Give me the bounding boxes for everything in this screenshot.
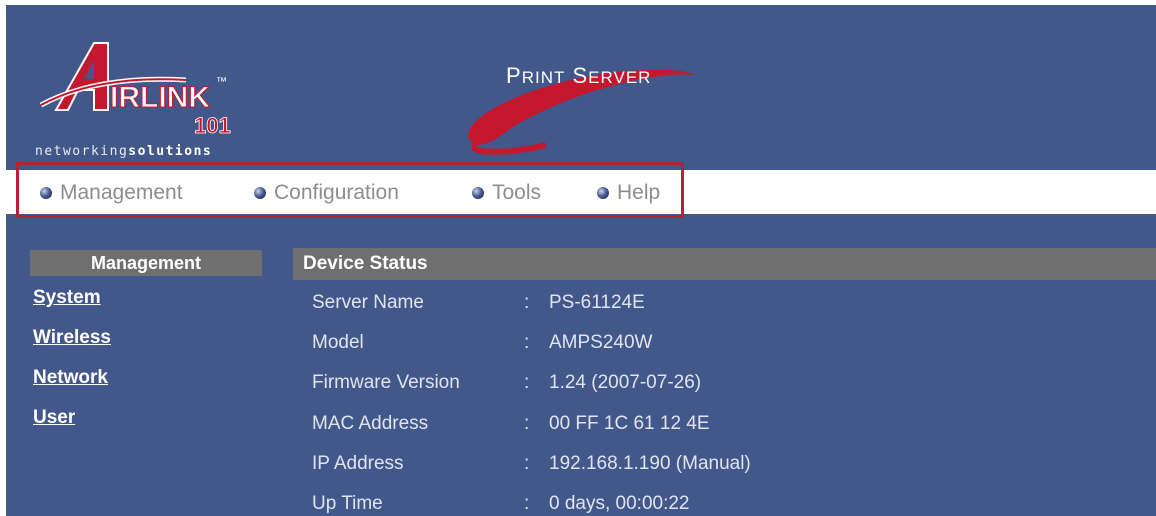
bullet-icon — [597, 187, 609, 199]
menu-management[interactable]: Management — [40, 179, 183, 207]
sidebar-link-system[interactable]: System — [33, 287, 101, 309]
menu-configuration[interactable]: Configuration — [254, 179, 399, 207]
svg-text:™: ™ — [216, 76, 227, 88]
bullet-icon — [40, 187, 52, 199]
product-title: PRINT SERVER — [506, 63, 652, 88]
logo-wordmark: IRLINK — [110, 81, 210, 114]
bullet-icon — [472, 187, 484, 199]
device-status-title: Device Status — [293, 248, 1156, 280]
sidebar-link-network[interactable]: Network — [33, 367, 108, 389]
menu-help[interactable]: Help — [597, 179, 660, 207]
sidebar-link-wireless[interactable]: Wireless — [33, 327, 111, 349]
sidebar-link-user[interactable]: User — [33, 407, 75, 429]
menu-tools[interactable]: Tools — [472, 179, 541, 207]
logo-number: 101 — [194, 113, 231, 138]
app-window: IRLINK ™ 101 networkingsolutions PRINT S… — [6, 5, 1156, 516]
sidebar-header: Management — [30, 250, 262, 276]
tagline: networkingsolutions — [35, 144, 213, 159]
bullet-icon — [254, 187, 266, 199]
print-server-swoosh — [468, 69, 696, 155]
